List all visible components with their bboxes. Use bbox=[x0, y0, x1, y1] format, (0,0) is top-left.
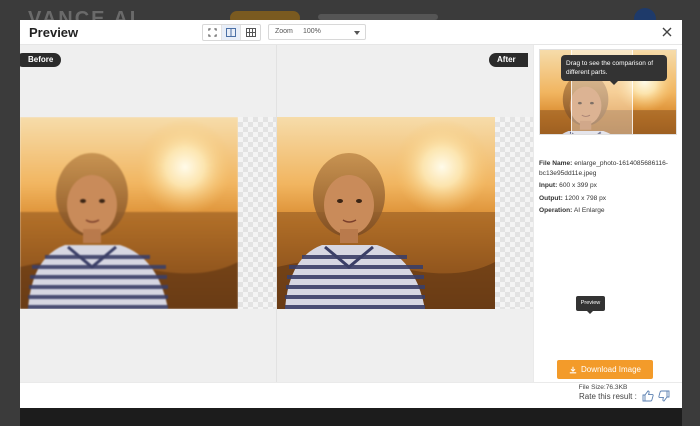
output-row: Output: 1200 x 798 px bbox=[539, 194, 679, 204]
backdrop-strip bbox=[20, 408, 682, 426]
zoom-label: Zoom bbox=[275, 28, 293, 35]
fit-screen-button[interactable] bbox=[203, 25, 222, 40]
transparent-area bbox=[238, 117, 276, 309]
download-label: Download Image bbox=[580, 365, 642, 374]
after-label: After bbox=[489, 53, 528, 67]
preview-modal: Preview Zoom 100% Before After Drag to s… bbox=[20, 20, 682, 408]
after-image bbox=[277, 117, 495, 309]
download-icon bbox=[569, 366, 577, 373]
file-name-label: File Name: bbox=[539, 160, 573, 167]
input-row: Input: 600 x 399 px bbox=[539, 181, 679, 191]
close-button[interactable] bbox=[660, 25, 674, 39]
before-image bbox=[20, 117, 238, 309]
before-label: Before bbox=[20, 53, 62, 67]
transparent-area bbox=[495, 117, 533, 309]
output-value: 1200 x 798 px bbox=[564, 194, 607, 202]
view-mode-toggle bbox=[202, 24, 261, 41]
operation-label: Operation: bbox=[539, 207, 573, 214]
download-image-button[interactable]: Download Image bbox=[557, 360, 653, 379]
drag-tooltip: Drag to see the comparison of different … bbox=[561, 55, 667, 85]
operation-value: AI Enlarge bbox=[573, 207, 605, 214]
thumbs-up-icon bbox=[642, 390, 654, 402]
modal-header: Preview Zoom 100% bbox=[20, 20, 682, 45]
chevron-down-icon bbox=[354, 31, 360, 35]
input-label: Input: bbox=[539, 182, 558, 189]
info-panel: Drag to see the comparison of different … bbox=[533, 45, 682, 382]
split-view-icon bbox=[226, 28, 236, 37]
file-info-list: File Name: enlarge_photo-1614085686116-b… bbox=[539, 159, 679, 219]
operation-row: Operation: AI Enlarge bbox=[539, 206, 679, 216]
comparison-thumbnail[interactable]: Drag to see the comparison of different … bbox=[539, 49, 677, 135]
split-view-button[interactable] bbox=[222, 25, 241, 40]
input-value: 600 x 399 px bbox=[559, 182, 597, 189]
close-icon bbox=[662, 27, 672, 37]
file-name-row: File Name: enlarge_photo-1614085686116-b… bbox=[539, 159, 679, 178]
page-title: Preview bbox=[29, 25, 79, 40]
fit-screen-icon bbox=[207, 28, 217, 37]
zoom-value: 100% bbox=[303, 28, 321, 35]
grid-view-button[interactable] bbox=[241, 25, 260, 40]
thumbs-down-icon bbox=[658, 390, 670, 402]
rate-label: Rate this result : bbox=[579, 392, 637, 401]
grid-view-icon bbox=[245, 28, 256, 37]
preview-tooltip: Preview bbox=[576, 296, 605, 314]
comparison-area[interactable]: Before After bbox=[20, 45, 533, 382]
output-label: Output: bbox=[539, 194, 563, 202]
file-size: File Size:76.3KB bbox=[578, 384, 628, 391]
zoom-select[interactable]: Zoom 100% bbox=[268, 24, 366, 40]
